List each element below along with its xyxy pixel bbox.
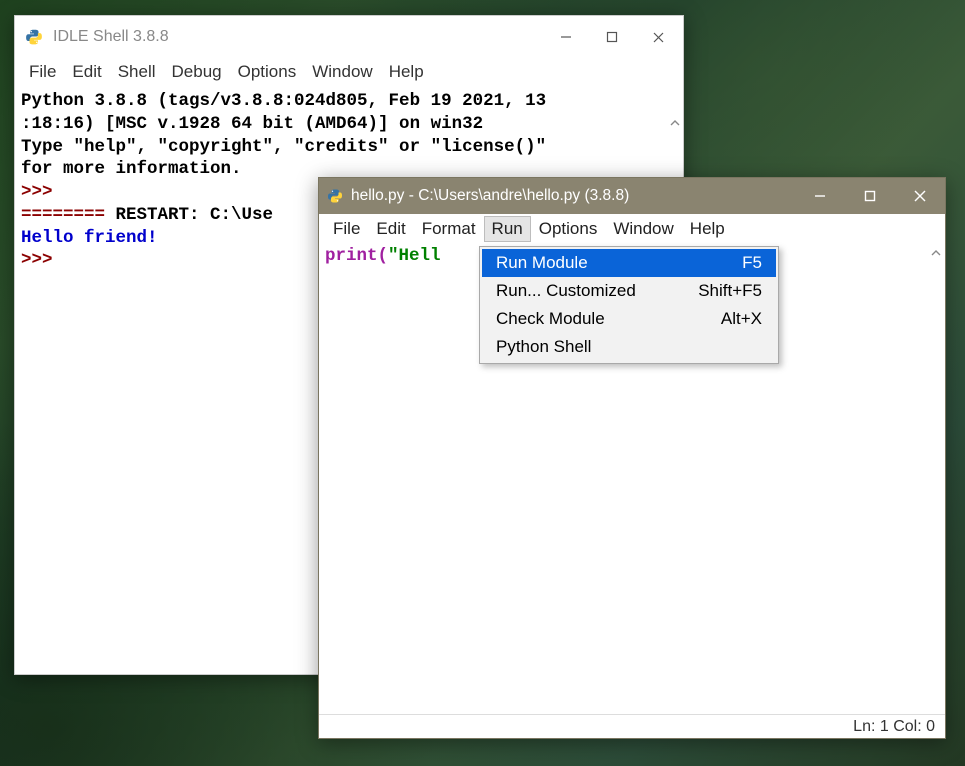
menu-item-accel: Shift+F5 — [698, 281, 762, 301]
editor-menu-options[interactable]: Options — [531, 216, 606, 242]
shell-banner-line: for more information. — [21, 159, 242, 179]
menu-item-label: Run... Customized — [496, 281, 678, 301]
run-menu-run-module[interactable]: Run Module F5 — [482, 249, 776, 277]
minimize-button[interactable] — [543, 18, 589, 56]
menu-item-label: Run Module — [496, 253, 722, 273]
shell-output: Hello friend! — [21, 228, 158, 248]
shell-menu-help[interactable]: Help — [381, 60, 432, 84]
shell-banner-line: :18:16) [MSC v.1928 64 bit (AMD64)] on w… — [21, 114, 483, 134]
editor-menu-help[interactable]: Help — [682, 216, 733, 242]
editor-menu-file[interactable]: File — [325, 216, 368, 242]
shell-menu-shell[interactable]: Shell — [110, 60, 164, 84]
python-icon — [25, 28, 43, 46]
shell-menubar: File Edit Shell Debug Options Window Hel… — [15, 58, 683, 86]
shell-banner-line: Python 3.8.8 (tags/v3.8.8:024d805, Feb 1… — [21, 91, 546, 111]
editor-menu-edit[interactable]: Edit — [368, 216, 413, 242]
run-menu-check-module[interactable]: Check Module Alt+X — [482, 305, 776, 333]
editor-statusbar: Ln: 1 Col: 0 — [319, 714, 945, 738]
shell-titlebar[interactable]: IDLE Shell 3.8.8 — [15, 16, 683, 58]
shell-scroll-up-icon[interactable] — [669, 88, 681, 102]
python-icon — [327, 188, 343, 204]
run-menu-python-shell[interactable]: Python Shell — [482, 333, 776, 361]
menu-item-label: Python Shell — [496, 337, 742, 357]
editor-titlebar[interactable]: hello.py - C:\Users\andre\hello.py (3.8.… — [319, 178, 945, 214]
editor-cursor-position: Ln: 1 Col: 0 — [853, 718, 935, 736]
menu-item-accel: F5 — [742, 253, 762, 273]
shell-menu-edit[interactable]: Edit — [64, 60, 109, 84]
editor-menu-run[interactable]: Run — [484, 216, 531, 242]
close-button[interactable] — [635, 18, 681, 56]
shell-banner-line: Type "help", "copyright", "credits" or "… — [21, 137, 546, 157]
shell-menu-file[interactable]: File — [21, 60, 64, 84]
shell-title: IDLE Shell 3.8.8 — [53, 28, 169, 46]
editor-menubar: File Edit Format Run Options Window Help — [319, 214, 945, 244]
shell-menu-options[interactable]: Options — [230, 60, 305, 84]
run-menu-run-customized[interactable]: Run... Customized Shift+F5 — [482, 277, 776, 305]
shell-menu-debug[interactable]: Debug — [164, 60, 230, 84]
minimize-button[interactable] — [795, 178, 845, 214]
editor-scroll-up-icon[interactable] — [930, 247, 942, 263]
code-string: "Hell — [388, 246, 441, 266]
maximize-button[interactable] — [845, 178, 895, 214]
menu-item-accel: Alt+X — [721, 309, 762, 329]
editor-menu-window[interactable]: Window — [605, 216, 681, 242]
shell-restart-label: RESTART: C:\Use — [105, 205, 273, 225]
shell-prompt: >>> — [21, 250, 53, 270]
run-dropdown-menu: Run Module F5 Run... Customized Shift+F5… — [479, 246, 779, 364]
code-paren: ( — [378, 246, 389, 266]
shell-prompt: >>> — [21, 182, 53, 202]
menu-item-label: Check Module — [496, 309, 701, 329]
close-button[interactable] — [895, 178, 945, 214]
editor-menu-format[interactable]: Format — [414, 216, 484, 242]
shell-menu-window[interactable]: Window — [304, 60, 380, 84]
code-keyword: print — [325, 246, 378, 266]
shell-restart-prefix: ======== — [21, 205, 105, 225]
maximize-button[interactable] — [589, 18, 635, 56]
editor-title: hello.py - C:\Users\andre\hello.py (3.8.… — [351, 187, 629, 205]
